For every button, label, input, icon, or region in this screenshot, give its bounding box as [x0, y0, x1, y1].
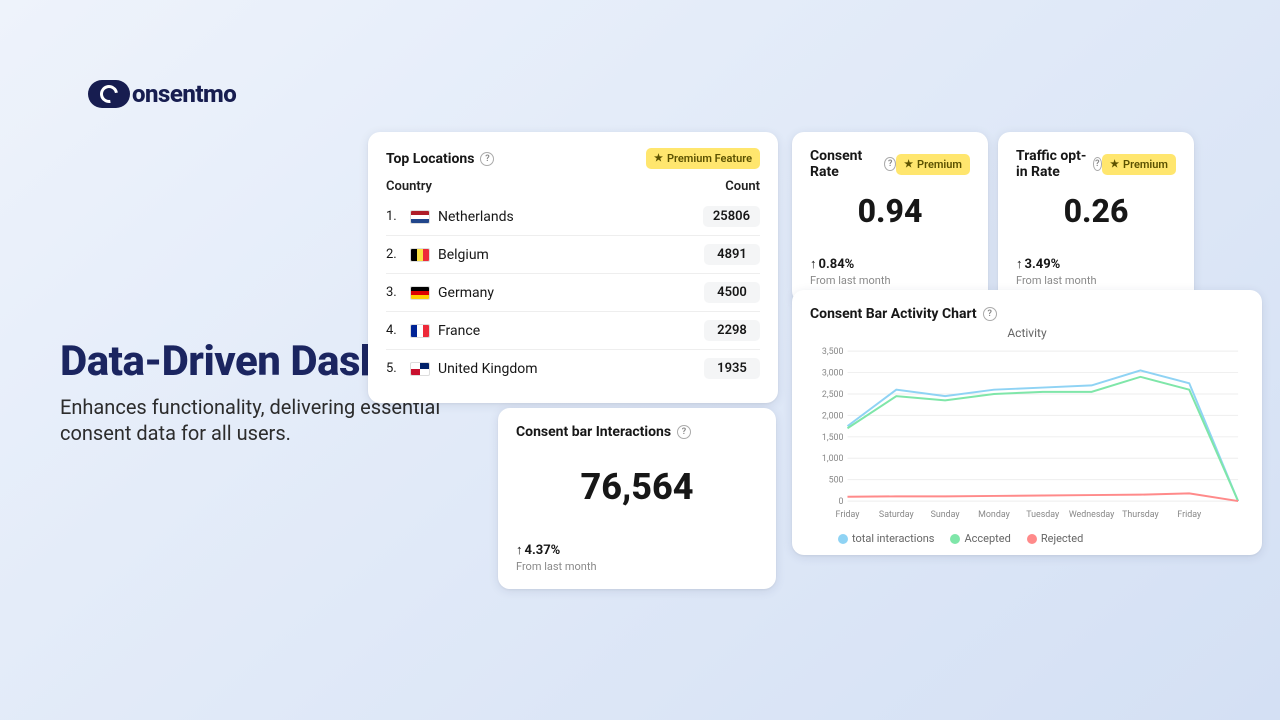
- svg-text:3,500: 3,500: [822, 347, 844, 357]
- arrow-up-icon: ↑: [810, 256, 817, 272]
- brand-name: onsentmo: [132, 80, 236, 108]
- help-icon[interactable]: ?: [983, 307, 997, 321]
- table-row: 4. France2298: [386, 311, 760, 349]
- svg-text:Friday: Friday: [836, 510, 861, 520]
- table-row: 2. Belgium4891: [386, 235, 760, 273]
- activity-title: Consent Bar Activity Chart: [810, 306, 977, 322]
- row-rank: 3.: [386, 285, 410, 300]
- svg-text:0: 0: [839, 497, 844, 507]
- svg-text:2,000: 2,000: [822, 411, 844, 421]
- premium-feature-badge: ★ Premium Feature: [646, 148, 760, 169]
- row-count: 1935: [704, 358, 760, 379]
- row-rank: 2.: [386, 247, 410, 262]
- legend-accepted: Accepted: [950, 532, 1010, 545]
- brand-logo: onsentmo: [88, 80, 236, 108]
- star-icon: ★: [654, 153, 663, 164]
- row-count: 4500: [704, 282, 760, 303]
- optin-rate-card: Traffic opt-in Rate ? ★ Premium 0.26 ↑ 3…: [998, 132, 1194, 303]
- table-row: 3. Germany4500: [386, 273, 760, 311]
- legend-total: total interactions: [838, 532, 934, 545]
- consent-rate-delta: ↑ 0.84%: [810, 256, 970, 272]
- top-locations-card: Top Locations ? ★ Premium Feature Countr…: [368, 132, 778, 403]
- optin-rate-value: 0.26: [1016, 192, 1176, 230]
- table-row: 5. United Kingdom1935: [386, 349, 760, 387]
- logo-mark-icon: [88, 80, 130, 108]
- premium-badge: ★ Premium: [1102, 154, 1176, 175]
- svg-text:Sunday: Sunday: [931, 510, 961, 520]
- activity-chart: 0 500 1,000 1,500 2,000 2,500 3,000 3,500 Friday…: [810, 342, 1244, 526]
- consent-rate-card: Consent Rate ? ★ Premium 0.94 ↑ 0.84% Fr…: [792, 132, 988, 303]
- svg-text:1,000: 1,000: [822, 454, 844, 464]
- svg-text:2,500: 2,500: [822, 390, 844, 400]
- activity-card: Consent Bar Activity Chart ? Activity 0 5…: [792, 290, 1262, 555]
- interactions-delta: ↑ 4.37%: [516, 542, 758, 558]
- activity-chart-label: Activity: [810, 326, 1244, 340]
- table-row: 1. Netherlands25806: [386, 198, 760, 235]
- legend-rejected: Rejected: [1027, 532, 1083, 545]
- flag-icon: [410, 362, 430, 376]
- premium-badge: ★ Premium: [896, 154, 970, 175]
- row-count: 2298: [704, 320, 760, 341]
- flag-icon: [410, 248, 430, 262]
- help-icon[interactable]: ?: [480, 152, 494, 166]
- consent-rate-title: Consent Rate: [810, 148, 878, 180]
- consent-rate-value: 0.94: [810, 192, 970, 230]
- consent-rate-sub: From last month: [810, 274, 970, 287]
- row-country: Germany: [438, 285, 704, 301]
- help-icon[interactable]: ?: [884, 157, 896, 171]
- optin-rate-delta: ↑ 3.49%: [1016, 256, 1176, 272]
- arrow-up-icon: ↑: [1016, 256, 1023, 272]
- interactions-value: 76,564: [516, 466, 758, 508]
- dot-icon: [838, 534, 848, 544]
- row-country: Netherlands: [438, 209, 703, 225]
- interactions-card: Consent bar Interactions ? 76,564 ↑ 4.37…: [498, 408, 776, 589]
- row-country: Belgium: [438, 247, 704, 263]
- row-rank: 5.: [386, 361, 410, 376]
- svg-text:Friday: Friday: [1177, 510, 1202, 520]
- flag-icon: [410, 210, 430, 224]
- interactions-title: Consent bar Interactions: [516, 424, 671, 440]
- dot-icon: [950, 534, 960, 544]
- svg-text:500: 500: [829, 476, 844, 486]
- dot-icon: [1027, 534, 1037, 544]
- star-icon: ★: [904, 159, 913, 170]
- top-locations-title: Top Locations: [386, 151, 474, 167]
- interactions-sub: From last month: [516, 560, 758, 573]
- svg-text:1,500: 1,500: [822, 433, 844, 443]
- star-icon: ★: [1110, 159, 1119, 170]
- row-country: United Kingdom: [438, 361, 704, 377]
- top-locations-rows: 1. Netherlands25806 2. Belgium4891 3. Germany…: [386, 198, 760, 387]
- optin-rate-sub: From last month: [1016, 274, 1176, 287]
- svg-text:Wednesday: Wednesday: [1069, 510, 1115, 520]
- row-rank: 1.: [386, 209, 410, 224]
- arrow-up-icon: ↑: [516, 542, 523, 558]
- flag-icon: [410, 324, 430, 338]
- col-head-count: Count: [725, 179, 760, 194]
- help-icon[interactable]: ?: [1093, 157, 1102, 171]
- svg-text:Saturday: Saturday: [879, 510, 915, 520]
- row-count: 4891: [704, 244, 760, 265]
- row-country: France: [438, 323, 704, 339]
- activity-chart-svg: 0 500 1,000 1,500 2,000 2,500 3,000 3,500 Friday…: [810, 342, 1244, 526]
- svg-text:Thursday: Thursday: [1122, 510, 1159, 520]
- help-icon[interactable]: ?: [677, 425, 691, 439]
- activity-legend: total interactions Accepted Rejected: [810, 532, 1244, 545]
- svg-text:3,000: 3,000: [822, 369, 844, 379]
- col-head-country: Country: [386, 179, 725, 194]
- optin-rate-title: Traffic opt-in Rate: [1016, 148, 1087, 180]
- flag-icon: [410, 286, 430, 300]
- svg-text:Tuesday: Tuesday: [1026, 510, 1060, 520]
- svg-text:Monday: Monday: [978, 510, 1010, 520]
- row-rank: 4.: [386, 323, 410, 338]
- row-count: 25806: [703, 206, 760, 227]
